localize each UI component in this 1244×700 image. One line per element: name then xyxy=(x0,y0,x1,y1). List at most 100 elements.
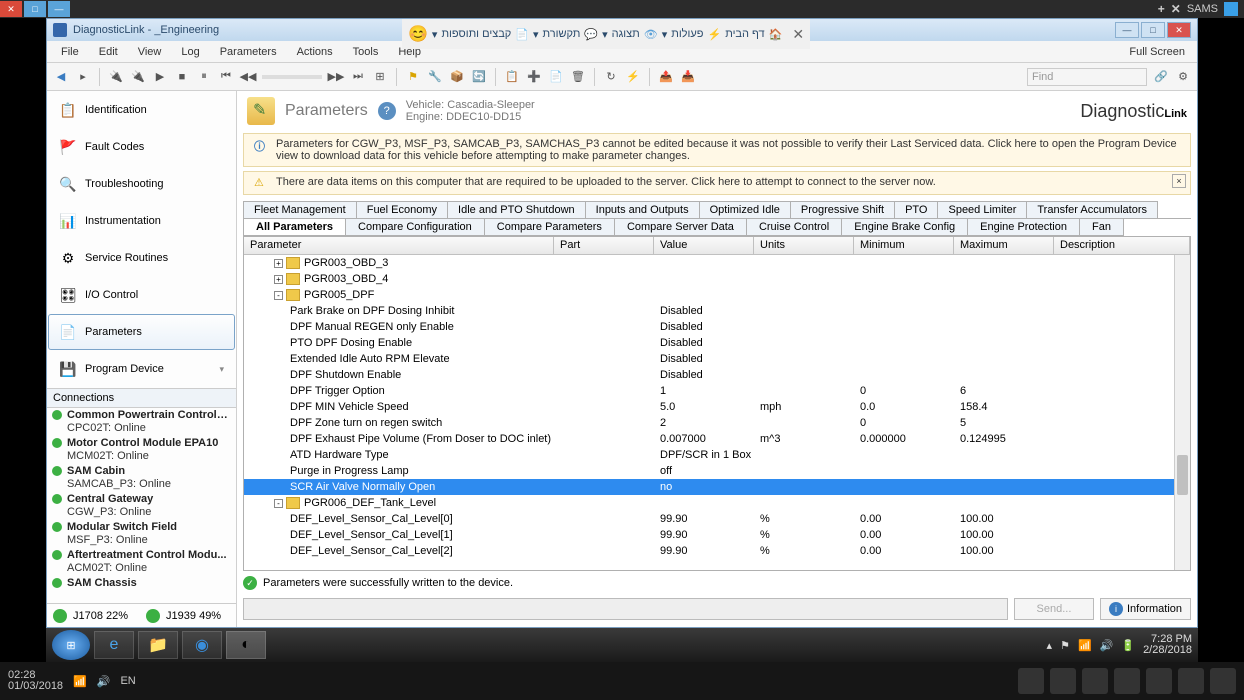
hebrew-tab-1[interactable]: פעולות xyxy=(671,28,703,40)
session-minimize-button[interactable]: — xyxy=(48,1,70,17)
x-icon[interactable]: ✕ xyxy=(1171,2,1181,16)
connection-item[interactable]: Common Powertrain Controlle...CPC02T: On… xyxy=(47,408,236,436)
nav-item-service-routines[interactable]: ⚙Service Routines xyxy=(48,240,235,276)
settings-icon[interactable]: ⚙ xyxy=(1175,69,1191,85)
category-tab[interactable]: Inputs and Outputs xyxy=(585,201,700,218)
tool5-icon[interactable]: ➕ xyxy=(526,69,542,85)
progress-slider[interactable] xyxy=(262,75,322,79)
connection-item[interactable]: Central GatewayCGW_P3: Online xyxy=(47,492,236,520)
table-row[interactable]: DPF Trigger Option106 xyxy=(244,383,1190,399)
tool4-icon[interactable]: 📋 xyxy=(504,69,520,85)
col-maximum[interactable]: Maximum xyxy=(954,237,1054,254)
col-parameter[interactable]: Parameter xyxy=(244,237,554,254)
category-tab[interactable]: Fleet Management xyxy=(243,201,357,218)
table-row[interactable]: DPF Shutdown EnableDisabled xyxy=(244,367,1190,383)
host-app-7[interactable] xyxy=(1210,668,1236,694)
table-row[interactable]: -PGR006_DEF_Tank_Level xyxy=(244,495,1190,511)
table-row[interactable]: DEF_Level_Sensor_Cal_Level[0]99.90%0.001… xyxy=(244,511,1190,527)
table-row[interactable]: +PGR003_OBD_3 xyxy=(244,255,1190,271)
forward-icon[interactable]: ▸ xyxy=(75,69,91,85)
start-button[interactable]: ⊞ xyxy=(52,630,90,660)
taskbar-clock[interactable]: 7:28 PM 2/28/2018 xyxy=(1143,634,1192,656)
close-button[interactable]: ✕ xyxy=(1167,22,1191,38)
category-tab[interactable]: Speed Limiter xyxy=(937,201,1027,218)
host-app-2[interactable] xyxy=(1050,668,1076,694)
table-row[interactable]: +PGR003_OBD_4 xyxy=(244,271,1190,287)
sub-tab[interactable]: Engine Brake Config xyxy=(841,219,968,236)
table-row[interactable]: ATD Hardware TypeDPF/SCR in 1 Box xyxy=(244,447,1190,463)
menu-view[interactable]: View xyxy=(128,43,172,61)
nav-item-identification[interactable]: 📋Identification xyxy=(48,92,235,128)
nav-item-troubleshooting[interactable]: 🔍Troubleshooting xyxy=(48,166,235,202)
taskbar-teamviewer[interactable]: ◉ xyxy=(182,631,222,659)
information-button[interactable]: i Information xyxy=(1100,598,1191,620)
host-tray-icon-2[interactable]: 🔊 xyxy=(97,675,111,688)
warning-message-bar[interactable]: ⚠ There are data items on this computer … xyxy=(243,171,1191,195)
nav-item-program-device[interactable]: 💾Program Device▾ xyxy=(48,351,235,387)
hebrew-tab-3[interactable]: תקשורת xyxy=(543,28,581,40)
taskbar-explorer[interactable]: 📁 xyxy=(138,631,178,659)
flag-icon[interactable]: ⚑ xyxy=(405,69,421,85)
table-row[interactable]: SCR Air Valve Normally Openno xyxy=(244,479,1190,495)
expand-icon[interactable]: + xyxy=(274,259,283,268)
help-icon[interactable]: ? xyxy=(378,102,396,120)
stop-icon[interactable]: ■ xyxy=(174,69,190,85)
hebrew-tab-2[interactable]: תצוגה xyxy=(612,28,640,40)
close-session-icon[interactable]: ✕ xyxy=(792,26,804,43)
connection-item[interactable]: Motor Control Module EPA10MCM02T: Online xyxy=(47,436,236,464)
find-input[interactable]: Find xyxy=(1027,68,1147,86)
category-tab[interactable]: PTO xyxy=(894,201,938,218)
vertical-scrollbar[interactable] xyxy=(1174,255,1190,570)
refresh-icon[interactable]: ↻ xyxy=(603,69,619,85)
send-button[interactable]: Send... xyxy=(1014,598,1094,620)
connect-icon[interactable]: 🔌 xyxy=(108,69,124,85)
info-message-bar[interactable]: ⓘ Parameters for CGW_P3, MSF_P3, SAMCAB_… xyxy=(243,133,1191,167)
nav-item-instrumentation[interactable]: 📊Instrumentation xyxy=(48,203,235,239)
hebrew-dropdown-icon[interactable]: ▾ xyxy=(432,28,438,41)
table-row[interactable]: Extended Idle Auto RPM ElevateDisabled xyxy=(244,351,1190,367)
message-input[interactable] xyxy=(243,598,1008,620)
sub-tab[interactable]: Fan xyxy=(1079,219,1124,236)
sub-tab[interactable]: Engine Protection xyxy=(967,219,1080,236)
tray-volume-icon[interactable]: 🔊 xyxy=(1100,639,1114,652)
col-value[interactable]: Value xyxy=(654,237,754,254)
tray-up-icon[interactable]: ▴ xyxy=(1047,639,1053,652)
host-app-1[interactable] xyxy=(1018,668,1044,694)
hebrew-tab-0[interactable]: דף הבית xyxy=(725,28,764,40)
col-part[interactable]: Part xyxy=(554,237,654,254)
connection-item[interactable]: SAM Chassis xyxy=(47,576,236,591)
rewind-icon[interactable]: ⏮ xyxy=(218,69,234,85)
category-tab[interactable]: Fuel Economy xyxy=(356,201,448,218)
menu-file[interactable]: File xyxy=(51,43,89,61)
connection-item[interactable]: SAM CabinSAMCAB_P3: Online xyxy=(47,464,236,492)
fullscreen-link[interactable]: Full Screen xyxy=(1129,46,1193,58)
menu-log[interactable]: Log xyxy=(171,43,209,61)
col-units[interactable]: Units xyxy=(754,237,854,254)
hebrew-tab-4[interactable]: קבצים ותוספות xyxy=(441,28,511,40)
category-tab[interactable]: Idle and PTO Shutdown xyxy=(447,201,586,218)
sub-tab[interactable]: Compare Configuration xyxy=(345,219,485,236)
nav-item-fault-codes[interactable]: 🚩Fault Codes xyxy=(48,129,235,165)
table-row[interactable]: -PGR005_DPF xyxy=(244,287,1190,303)
maximize-button[interactable]: □ xyxy=(1141,22,1165,38)
host-tray-icon-1[interactable]: 📶 xyxy=(73,675,87,688)
export-icon[interactable]: 📤 xyxy=(658,69,674,85)
session-maximize-button[interactable]: □ xyxy=(24,1,46,17)
host-app-5[interactable] xyxy=(1146,668,1172,694)
sync-icon[interactable]: ⚡ xyxy=(625,69,641,85)
tool1-icon[interactable]: 🔧 xyxy=(427,69,443,85)
hebrew-dropdown-icon-3[interactable]: ▾ xyxy=(602,28,608,41)
sub-tab[interactable]: Compare Server Data xyxy=(614,219,747,236)
sub-tab[interactable]: All Parameters xyxy=(243,219,346,236)
disconnect-icon[interactable]: 🔌 xyxy=(130,69,146,85)
tool7-icon[interactable]: 🗑 xyxy=(570,69,586,85)
taskbar-ie[interactable]: e xyxy=(94,631,134,659)
table-row[interactable]: DPF Exhaust Pipe Volume (From Doser to D… xyxy=(244,431,1190,447)
hebrew-dropdown-icon-2[interactable]: ▾ xyxy=(533,28,539,41)
prev-icon[interactable]: ◀◀ xyxy=(240,69,256,85)
play-icon[interactable]: ▶ xyxy=(152,69,168,85)
host-lang[interactable]: EN xyxy=(120,675,135,687)
expand-icon[interactable]: - xyxy=(274,499,283,508)
table-row[interactable]: DPF Manual REGEN only EnableDisabled xyxy=(244,319,1190,335)
menu-parameters[interactable]: Parameters xyxy=(210,43,287,61)
